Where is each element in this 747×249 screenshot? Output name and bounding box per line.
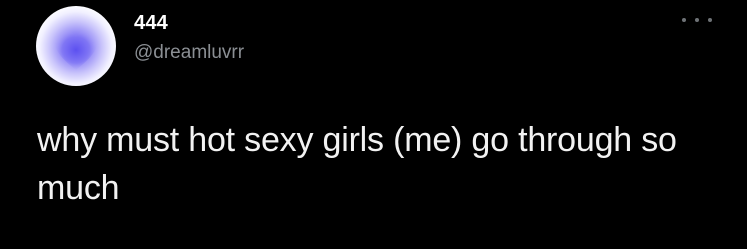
dot-icon <box>708 18 712 22</box>
dot-icon <box>695 18 699 22</box>
author-display-name[interactable]: 444 <box>134 12 168 35</box>
avatar[interactable] <box>36 6 116 86</box>
tweet-card[interactable]: 444 @dreamluvrr why must hot sexy girls … <box>0 0 747 249</box>
heart-icon <box>54 30 98 70</box>
tweet-text: why must hot sexy girls (me) go through … <box>37 121 677 207</box>
dot-icon <box>682 18 686 22</box>
more-options-icon[interactable] <box>682 13 712 27</box>
author-handle[interactable]: @dreamluvrr <box>134 42 244 64</box>
